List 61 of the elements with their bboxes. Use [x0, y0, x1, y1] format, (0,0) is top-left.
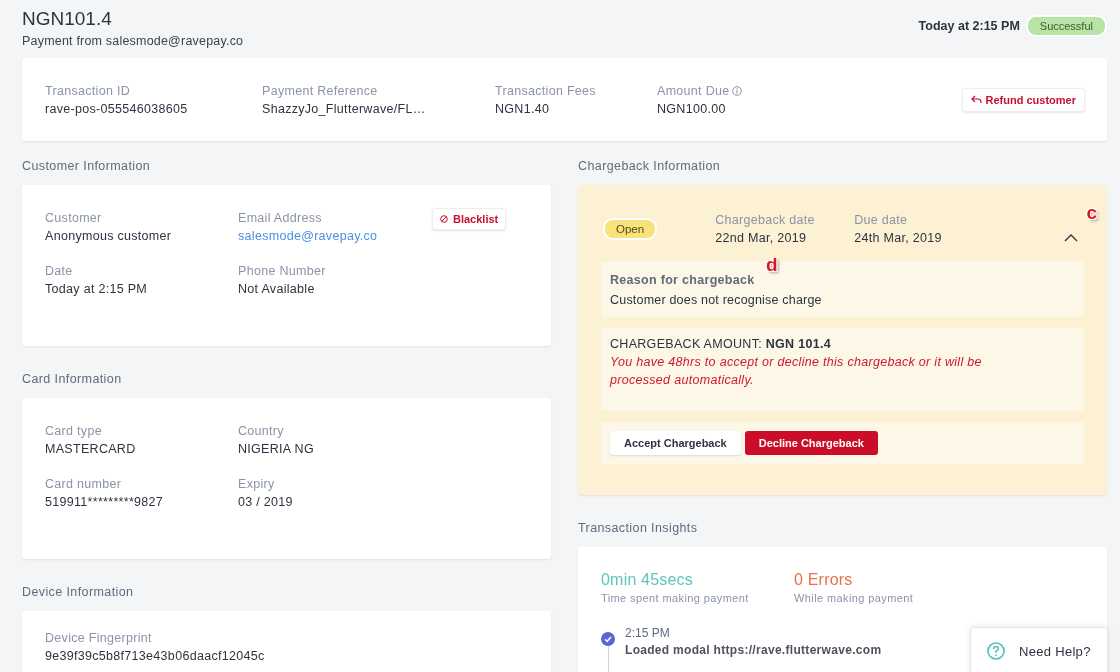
- section-heading: Transaction Insights: [578, 521, 699, 535]
- reason-text: Customer does not recognise charge: [610, 293, 823, 307]
- field-value: 22nd Mar, 2019: [715, 231, 807, 245]
- field-label: Expiry: [238, 477, 276, 491]
- field-label: Customer: [45, 211, 103, 225]
- help-button[interactable]: Need Help?: [970, 627, 1108, 672]
- decline-button[interactable]: Decline Chargeback: [744, 431, 878, 455]
- status-badge: Successful: [1025, 15, 1107, 37]
- section-heading: Chargeback Information: [578, 159, 722, 173]
- field-value: NIGERIA NG: [238, 442, 314, 456]
- field-value: 519911*********9827: [45, 495, 164, 509]
- field-label: Transaction ID: [45, 83, 131, 98]
- field-value: NGN100.00: [657, 101, 726, 116]
- field-value: Today at 2:15 PM: [45, 282, 148, 296]
- field-label: Card number: [45, 477, 123, 491]
- refund-button[interactable]: Refund customer: [961, 87, 1085, 112]
- field-value: ShazzyJo_Flutterwave/FL…: [262, 101, 426, 116]
- question-circle-icon: [987, 642, 1005, 660]
- undo-arrow-icon: [970, 95, 982, 104]
- annotation-marker: d: [766, 255, 778, 274]
- field-label: Amount Due: [657, 83, 730, 98]
- event-time: 2:15 PM: [625, 626, 671, 640]
- payment-time: Today at 2:15 PM: [918, 19, 1020, 33]
- field-label: Due date: [854, 213, 909, 227]
- field-label: Device Fingerprint: [45, 631, 153, 645]
- field-label: Country: [238, 424, 285, 438]
- field-value: 03 / 2019: [238, 495, 293, 509]
- payment-amount: NGN101.4: [22, 8, 113, 30]
- annotation-marker: c: [1086, 203, 1097, 222]
- field-value: MASTERCARD: [45, 442, 136, 456]
- block-icon: [440, 215, 448, 223]
- field-label: Chargeback date: [715, 213, 816, 227]
- field-value: Anonymous customer: [45, 229, 172, 243]
- warning-message: You have 48hrs to accept or decline this chargeback or it will be processed automatically.: [610, 354, 983, 389]
- stat-value: 0 Errors: [794, 571, 854, 589]
- stat-value: 0min 45secs: [601, 571, 695, 589]
- field-value: 24th Mar, 2019: [854, 231, 942, 245]
- section-heading: Customer Information: [22, 159, 152, 173]
- section-heading: Card Information: [22, 372, 123, 386]
- field-value: rave-pos-055546038605: [45, 101, 188, 116]
- stat-caption: While making payment: [794, 592, 915, 604]
- reason-label: Reason for chargeback: [610, 273, 755, 287]
- field-label: Card type: [45, 424, 103, 438]
- blacklist-button[interactable]: Blacklist: [432, 208, 507, 230]
- field-value: NGN1.40: [495, 101, 550, 116]
- email-link[interactable]: salesmode@ravepay.co: [238, 229, 378, 243]
- field-label: Transaction Fees: [495, 83, 596, 98]
- chargeback-amount: CHARGEBACK AMOUNT: NGN 101.4: [610, 337, 832, 351]
- status-badge: Open: [603, 218, 658, 240]
- field-label: Phone Number: [238, 264, 327, 278]
- event-description: Loaded modal https://rave.flutterwave.com: [625, 643, 882, 657]
- stat-caption: Time spent making payment: [601, 592, 750, 604]
- field-label: Email Address: [238, 211, 323, 225]
- chevron-up-icon[interactable]: [1064, 232, 1078, 242]
- field-value: Not Available: [238, 282, 315, 296]
- field-label: Date: [45, 264, 74, 278]
- field-label: Payment Reference: [262, 83, 378, 98]
- section-heading: Device Information: [22, 585, 135, 599]
- payment-subtitle: Payment from salesmode@ravepay.co: [22, 34, 244, 48]
- field-value: 9e39f39c5b8f713e43b06daacf12045c: [45, 649, 265, 663]
- accept-button[interactable]: Accept Chargeback: [610, 431, 741, 455]
